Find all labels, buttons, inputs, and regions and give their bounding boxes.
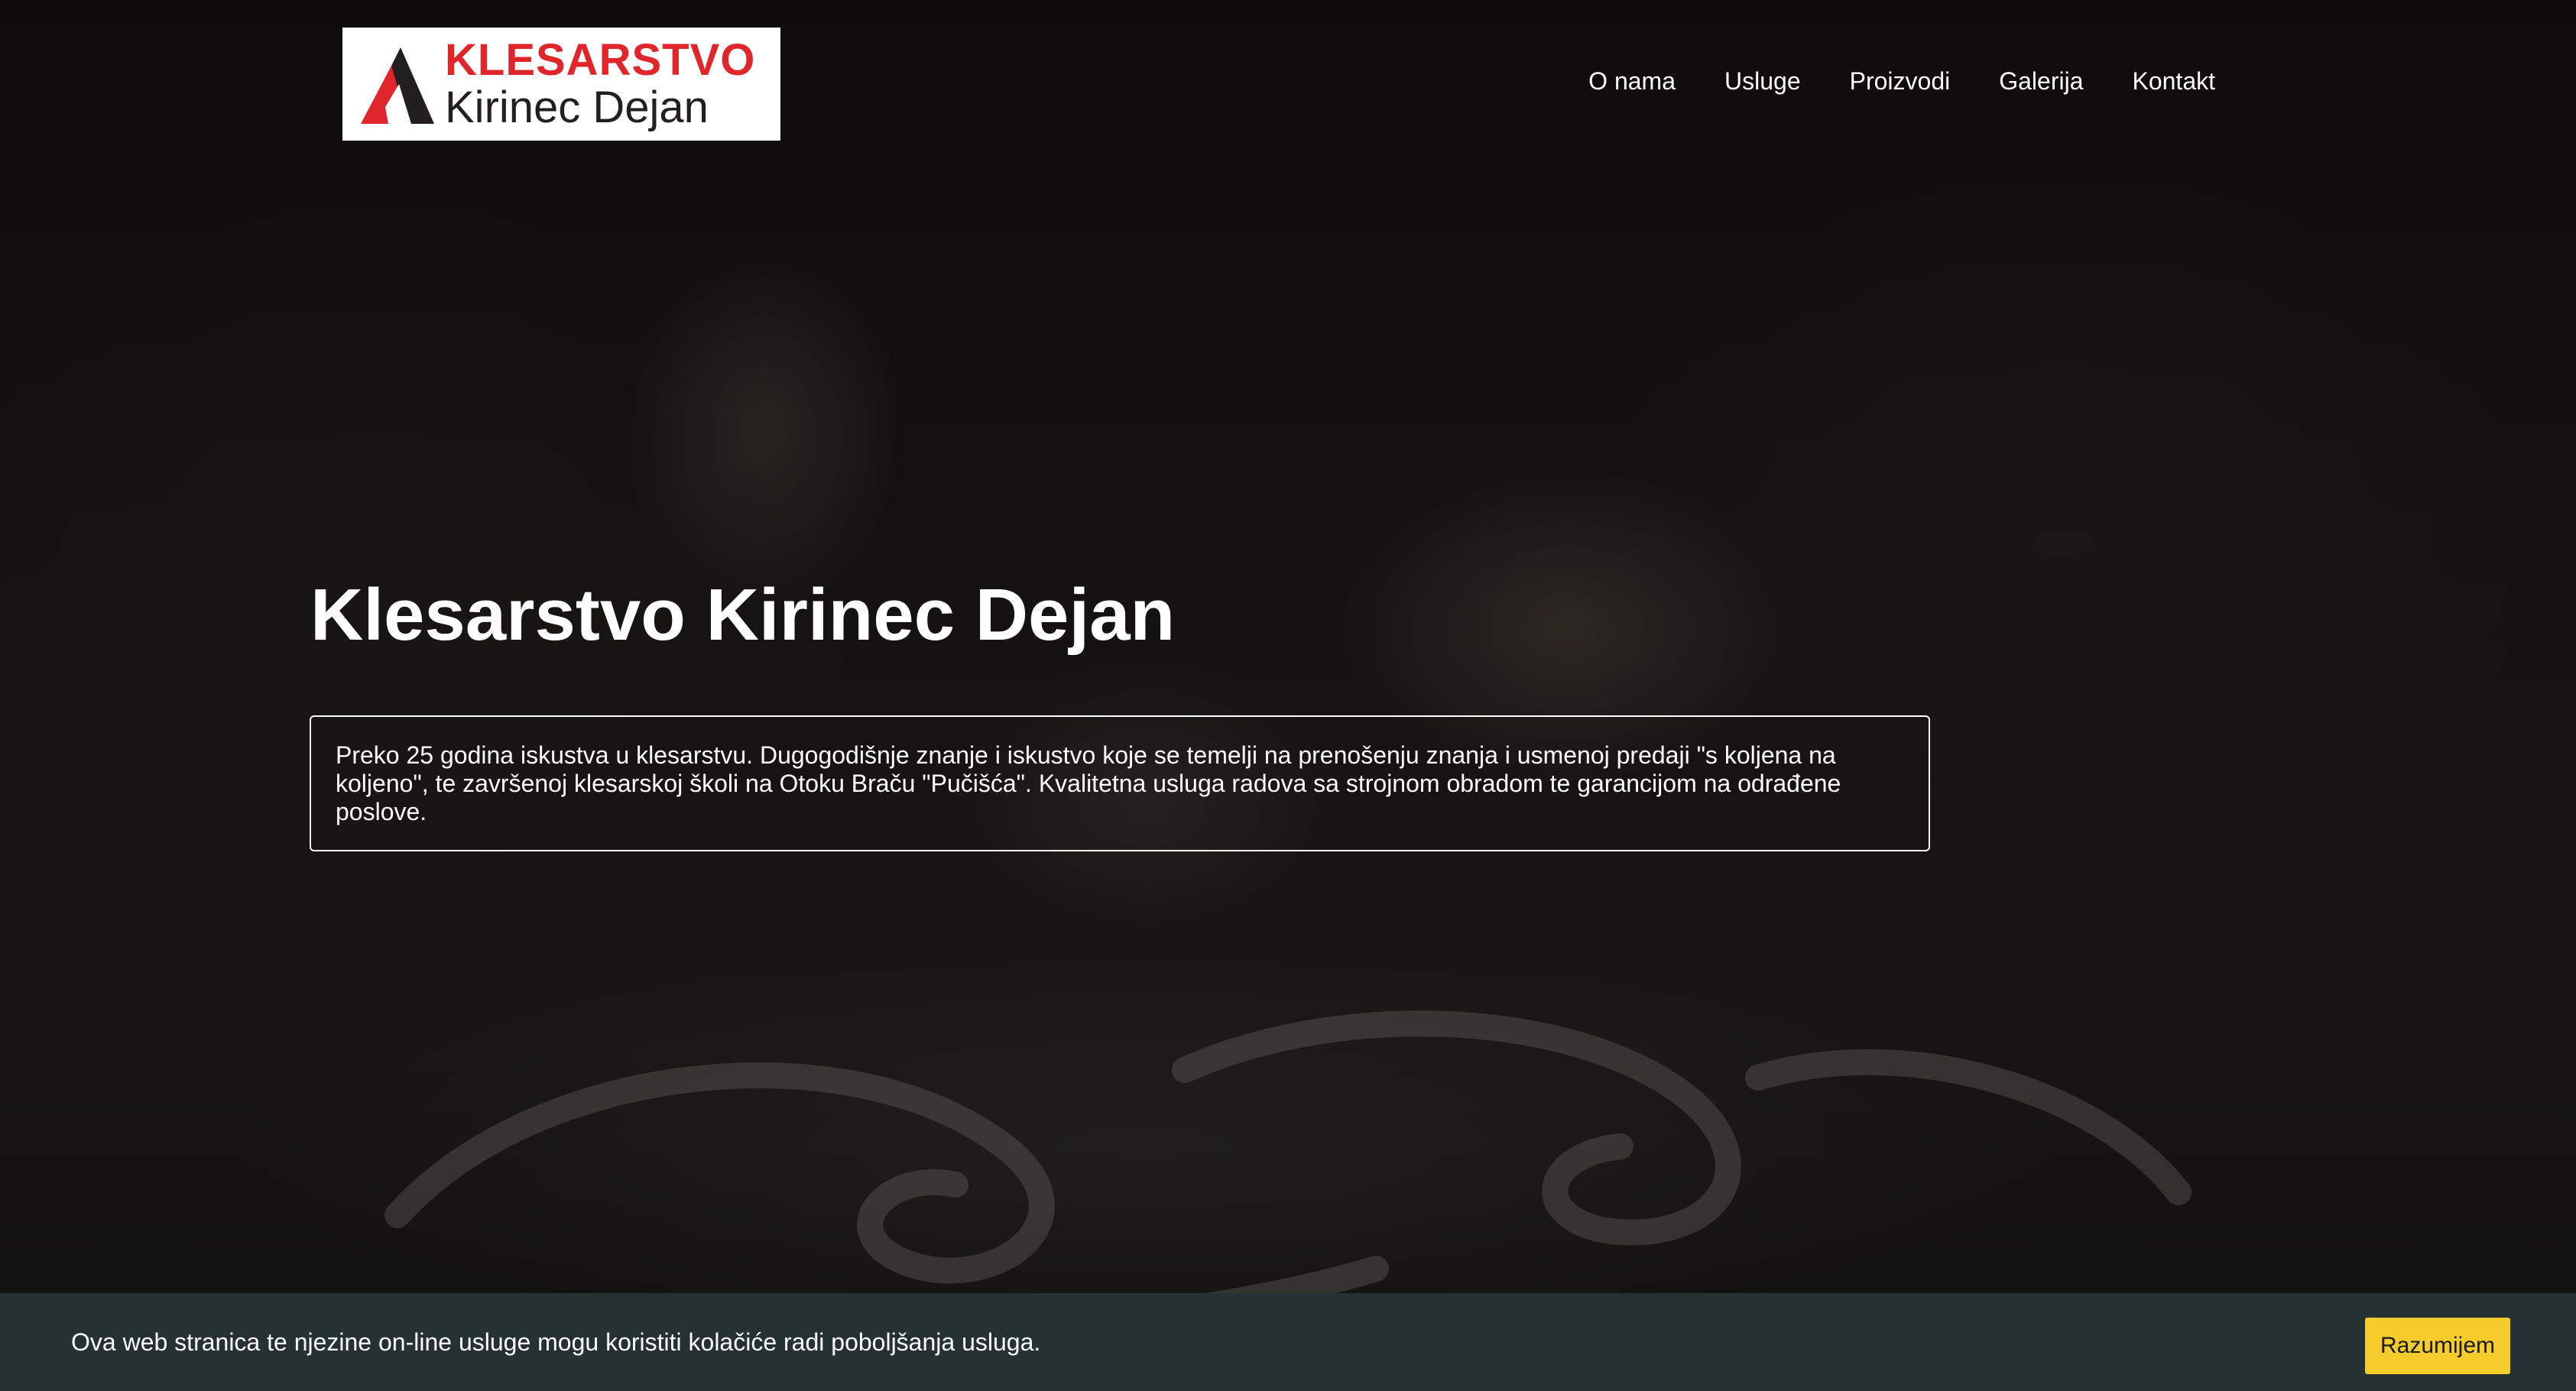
nav-item-proizvodi[interactable]: Proizvodi [1850, 67, 1951, 96]
hero-description-box: Preko 25 godina iskustva u klesarstvu. D… [310, 715, 1930, 851]
cookie-message: Ova web stranica te njezine on-line uslu… [71, 1328, 1041, 1356]
logo-subtitle: Kirinec Dejan [445, 83, 709, 132]
hero-title: Klesarstvo Kirinec Dejan [310, 574, 1176, 656]
nav-item-kontakt[interactable]: Kontakt [2132, 67, 2215, 96]
nav-item-galerija[interactable]: Galerija [1999, 67, 2083, 96]
hero-description: Preko 25 godina iskustva u klesarstvu. D… [336, 741, 1841, 825]
main-nav: O nama Usluge Proizvodi Galerija Kontakt [1588, 67, 2215, 96]
cookie-accept-button[interactable]: Razumijem [2365, 1318, 2510, 1374]
cookie-consent-bar: Ova web stranica te njezine on-line uslu… [0, 1293, 2576, 1391]
nav-item-o-nama[interactable]: O nama [1588, 67, 1676, 96]
mountain-logo-icon [361, 47, 434, 124]
logo-title: KLESARSTVO [445, 35, 756, 85]
hero-overlay [0, 0, 2576, 1391]
site-logo[interactable]: KLESARSTVO Kirinec Dejan [342, 28, 780, 141]
nav-item-usluge[interactable]: Usluge [1724, 67, 1801, 96]
